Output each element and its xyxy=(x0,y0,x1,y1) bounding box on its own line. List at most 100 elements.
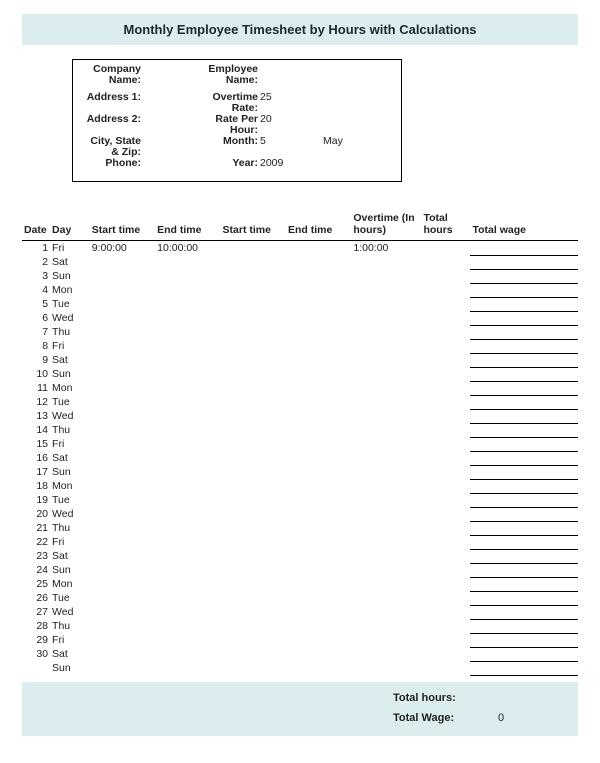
end2-cell xyxy=(286,493,351,507)
end1-cell xyxy=(155,549,220,563)
day-cell: Fri xyxy=(50,437,90,451)
start1-cell xyxy=(90,381,155,395)
table-row: 28Thu xyxy=(22,619,578,633)
total-hours-cell xyxy=(421,437,470,451)
total-hours-cell xyxy=(421,311,470,325)
end1-cell xyxy=(155,353,220,367)
page-title: Monthly Employee Timesheet by Hours with… xyxy=(22,14,578,45)
end1-cell xyxy=(155,395,220,409)
overtime-cell xyxy=(351,479,421,493)
start2-cell xyxy=(221,381,286,395)
overtime-cell xyxy=(351,549,421,563)
total-hours-cell xyxy=(421,255,470,269)
total-hours-cell xyxy=(421,353,470,367)
total-wage-cell xyxy=(470,381,578,395)
end2-cell xyxy=(286,451,351,465)
date-cell: 3 xyxy=(22,269,50,283)
total-hours-cell xyxy=(421,493,470,507)
day-cell: Tue xyxy=(50,591,90,605)
start2-cell xyxy=(221,255,286,269)
total-wage-cell xyxy=(470,269,578,283)
end1-cell xyxy=(155,591,220,605)
day-cell: Wed xyxy=(50,507,90,521)
end1-cell xyxy=(155,325,220,339)
start2-cell xyxy=(221,577,286,591)
table-row: 24Sun xyxy=(22,563,578,577)
day-cell: Fri xyxy=(50,241,90,256)
total-hours-cell xyxy=(421,367,470,381)
day-cell: Fri xyxy=(50,339,90,353)
total-wage-label: Total Wage: xyxy=(393,712,488,724)
total-hours-cell xyxy=(421,465,470,479)
end1-cell xyxy=(155,297,220,311)
start2-cell xyxy=(221,647,286,661)
end2-cell xyxy=(286,521,351,535)
start1-cell xyxy=(90,465,155,479)
table-header-row: Date Day Start time End time Start time … xyxy=(22,210,578,241)
date-cell: 11 xyxy=(22,381,50,395)
total-wage-cell xyxy=(470,367,578,381)
overtime-cell xyxy=(351,465,421,479)
table-row: 21Thu xyxy=(22,521,578,535)
start2-cell xyxy=(221,423,286,437)
start1-cell xyxy=(90,325,155,339)
table-row: 17Sun xyxy=(22,465,578,479)
start1-cell xyxy=(90,297,155,311)
end1-cell xyxy=(155,339,220,353)
end1-cell xyxy=(155,633,220,647)
day-cell: Tue xyxy=(50,493,90,507)
total-hours-cell xyxy=(421,451,470,465)
total-hours-cell xyxy=(421,423,470,437)
total-hours-cell xyxy=(421,605,470,619)
date-cell: 9 xyxy=(22,353,50,367)
start1-cell xyxy=(90,339,155,353)
overtime-cell xyxy=(351,325,421,339)
col-overtime: Overtime (In hours) xyxy=(351,210,421,241)
overtime-cell xyxy=(351,535,421,549)
info-box: Company Name: Employee Name: Address 1: … xyxy=(72,59,402,182)
end1-cell xyxy=(155,647,220,661)
overtime-cell xyxy=(351,507,421,521)
overtime-cell xyxy=(351,493,421,507)
total-wage-cell xyxy=(470,297,578,311)
end2-cell xyxy=(286,395,351,409)
col-date: Date xyxy=(22,210,50,241)
total-hours-cell xyxy=(421,633,470,647)
overtime-cell: 1:00:00 xyxy=(351,241,421,256)
address2-label: Address 2: xyxy=(81,114,143,125)
end2-cell xyxy=(286,577,351,591)
end2-cell xyxy=(286,409,351,423)
date-cell: 20 xyxy=(22,507,50,521)
date-cell: 30 xyxy=(22,647,50,661)
table-row: 29Fri xyxy=(22,633,578,647)
rate-per-hour-label: Rate Per Hour: xyxy=(198,114,260,136)
end1-cell xyxy=(155,409,220,423)
day-cell: Thu xyxy=(50,325,90,339)
total-hours-label: Total hours: xyxy=(393,692,488,704)
day-cell: Mon xyxy=(50,577,90,591)
total-wage-cell xyxy=(470,451,578,465)
table-row: 9Sat xyxy=(22,353,578,367)
start1-cell xyxy=(90,311,155,325)
table-row: 3Sun xyxy=(22,269,578,283)
end2-cell xyxy=(286,465,351,479)
overtime-cell xyxy=(351,633,421,647)
employee-name-label: Employee Name: xyxy=(198,64,260,86)
start2-cell xyxy=(221,535,286,549)
start2-cell xyxy=(221,619,286,633)
total-wage-cell xyxy=(470,563,578,577)
table-row: 23Sat xyxy=(22,549,578,563)
overtime-cell xyxy=(351,591,421,605)
total-hours-cell xyxy=(421,381,470,395)
start1-cell xyxy=(90,479,155,493)
start2-cell xyxy=(221,563,286,577)
start1-cell xyxy=(90,255,155,269)
start2-cell xyxy=(221,507,286,521)
table-row: 16Sat xyxy=(22,451,578,465)
day-cell: Sat xyxy=(50,255,90,269)
start1-cell xyxy=(90,647,155,661)
date-cell: 13 xyxy=(22,409,50,423)
end2-cell xyxy=(286,437,351,451)
start2-cell xyxy=(221,465,286,479)
start1-cell: 9:00:00 xyxy=(90,241,155,256)
